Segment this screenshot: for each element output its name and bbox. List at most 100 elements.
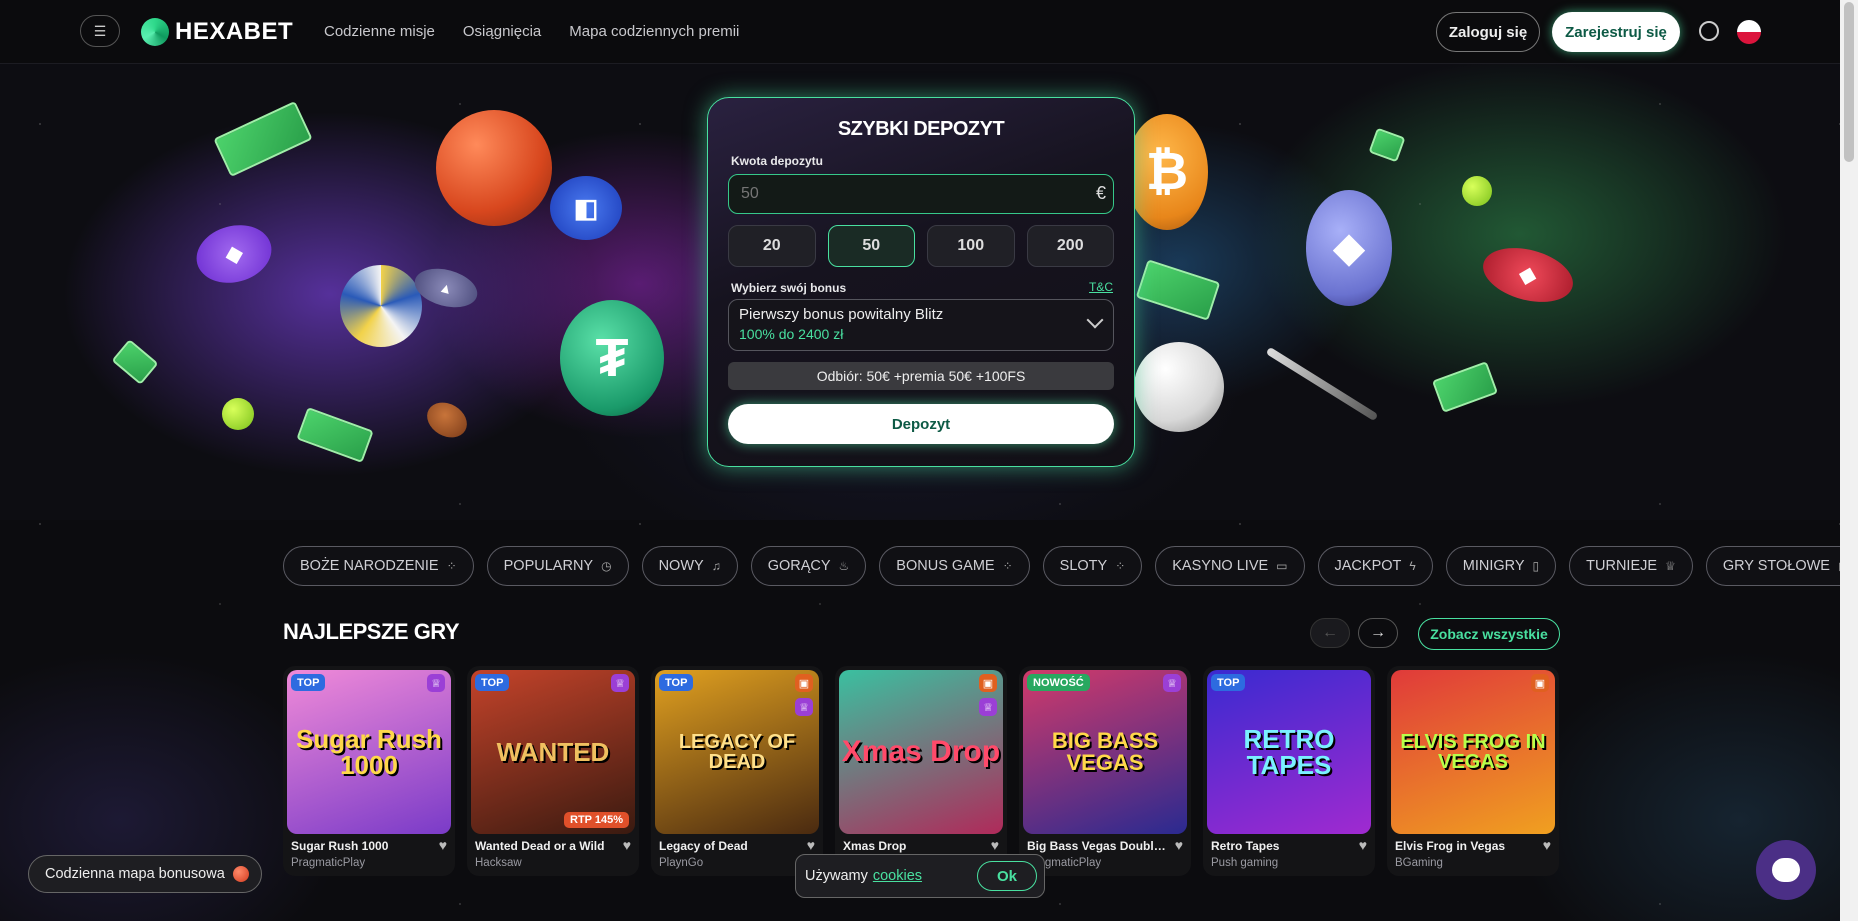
tennis-ball-image — [222, 398, 254, 430]
thumb-title: BIG BASS VEGAS — [1051, 728, 1159, 775]
daily-bonus-map-button[interactable]: Codzienna mapa bonusowa — [28, 855, 262, 893]
menu-button[interactable]: ☰ — [80, 15, 120, 47]
chip-label: KASYNO LIVE — [1172, 558, 1269, 574]
bonus-select[interactable]: Pierwszy bonus powitalny Blitz 100% do 2… — [728, 299, 1114, 351]
ball-icon — [232, 866, 249, 882]
chip-label: SLOTY — [1059, 558, 1108, 574]
game-name: Elvis Frog in Vegas — [1395, 839, 1506, 853]
logo-text: HEXABET — [175, 18, 294, 45]
best-games-title: NAJLEPSZE GRY — [283, 619, 460, 644]
chat-button[interactable] — [1756, 840, 1816, 900]
game-name: Wanted Dead or a Wild — [475, 839, 605, 853]
game-name: Xmas Drop — [843, 839, 907, 853]
see-all-button[interactable]: Zobacz wszystkie — [1418, 618, 1560, 650]
deposit-button[interactable]: Depozyt — [728, 404, 1114, 444]
cookie-ok-button[interactable]: Ok — [977, 861, 1037, 891]
quick-deposit-panel: SZYBKI DEPOZYT Kwota depozytu € 20 50 10… — [707, 97, 1135, 467]
search-icon[interactable] — [1699, 21, 1719, 41]
monitor-icon: ▭ — [1276, 559, 1288, 573]
tennis-ball-image — [1462, 176, 1492, 206]
game-card[interactable]: BIG BASS VEGAS NOWOŚĆ ♕ Big Bass Vegas D… — [1019, 666, 1191, 876]
gift-icon: ▣ — [1531, 674, 1549, 692]
basketball-image — [436, 110, 552, 226]
prev-arrow-button[interactable]: ← — [1310, 618, 1350, 648]
chip-tournaments[interactable]: TURNIEJE ♕ — [1569, 546, 1693, 586]
game-card[interactable]: RETRO TAPES TOP Retro Tapes Push gaming … — [1203, 666, 1375, 876]
nav-item-bonus-map[interactable]: Mapa codziennych premii — [569, 23, 739, 40]
chip-label: BOŻE NARODZENIE — [300, 558, 439, 574]
heart-icon[interactable]: ♥ — [807, 837, 815, 853]
game-name: Legacy of Dead — [659, 839, 748, 853]
game-card[interactable]: WANTED TOP ♕ RTP 145% Wanted Dead or a W… — [467, 666, 639, 876]
chip-label: TURNIEJE — [1586, 558, 1658, 574]
cookie-banner: Używamy cookies Ok — [795, 854, 1045, 898]
trophy-icon: ♕ — [979, 698, 997, 716]
bonus-value: 100% do 2400 zł — [739, 326, 844, 342]
thumb-title: Xmas Drop — [841, 735, 1001, 768]
amount-button-100[interactable]: 100 — [927, 225, 1015, 267]
phone-icon: ▯ — [1532, 559, 1540, 573]
terms-link[interactable]: T&C — [1089, 280, 1113, 294]
amount-button-200[interactable]: 200 — [1026, 225, 1114, 267]
bell-icon: ♫ — [711, 559, 721, 573]
game-thumbnail: RETRO TAPES TOP — [1207, 670, 1371, 834]
bonus-label: Wybierz swój bonus — [731, 281, 847, 295]
heart-icon[interactable]: ♥ — [623, 837, 631, 853]
game-card[interactable]: ELVIS FROG IN VEGAS ▣ Elvis Frog in Vega… — [1387, 666, 1559, 876]
game-thumbnail: Xmas Drop ▣ ♕ — [839, 670, 1003, 834]
logo[interactable]: HEXABET — [141, 18, 293, 46]
top-badge: TOP — [659, 674, 694, 691]
nav-item-daily-missions[interactable]: Codzienne misje — [324, 23, 435, 40]
game-card[interactable]: Xmas Drop ▣ ♕ Xmas Drop ♥ — [835, 666, 1007, 876]
game-provider: BGaming — [1395, 857, 1443, 869]
logo-mark-icon — [141, 18, 169, 46]
heart-icon[interactable]: ♥ — [1175, 837, 1183, 853]
hamburger-icon: ☰ — [93, 22, 107, 39]
next-arrow-button[interactable]: → — [1358, 618, 1398, 648]
heart-icon[interactable]: ♥ — [439, 837, 447, 853]
register-button[interactable]: Zarejestruj się — [1552, 12, 1680, 52]
chip-table-games[interactable]: GRY STOŁOWE▢ — [1705, 546, 1858, 586]
chip-label: BONUS GAME — [896, 558, 995, 574]
arrow-left-icon: ← — [1322, 624, 1338, 641]
cookies-link[interactable]: cookies — [873, 868, 922, 884]
top-badge: TOP — [1211, 674, 1246, 691]
volleyball-image — [340, 265, 422, 347]
game-card[interactable]: LEGACY OF DEAD TOP ▣ ♕ Legacy of Dead Pl… — [651, 666, 823, 876]
chip-bonus-game[interactable]: BONUS GAME ⁘ — [879, 546, 1030, 586]
chip-minigames[interactable]: MINIGRY ▯ — [1445, 546, 1557, 586]
amount-input[interactable] — [728, 174, 1114, 214]
game-card[interactable]: Sugar Rush 1000 TOP ♕ Sugar Rush 1000 Pr… — [283, 666, 455, 876]
poland-flag-icon[interactable] — [1737, 20, 1761, 44]
chip-christmas[interactable]: BOŻE NARODZENIE ⁘ — [283, 546, 474, 586]
trophy-icon: ♕ — [611, 674, 629, 692]
heart-icon[interactable]: ♥ — [1543, 837, 1551, 853]
amount-button-50[interactable]: 50 — [827, 225, 915, 267]
nav-item-achievements[interactable]: Osiągnięcia — [463, 23, 541, 40]
game-name: Big Bass Vegas Double Down Deluxe — [1027, 839, 1167, 853]
chip-label: JACKPOT — [1334, 558, 1402, 574]
deposit-title: SZYBKI DEPOZYT — [837, 118, 1005, 140]
chip-jackpot[interactable]: JACKPOT ϟ — [1317, 546, 1433, 586]
scrollbar-thumb[interactable] — [1844, 2, 1854, 162]
game-thumbnail: LEGACY OF DEAD TOP ▣ ♕ — [655, 670, 819, 834]
game-thumbnail: WANTED TOP ♕ RTP 145% — [471, 670, 635, 834]
heart-icon[interactable]: ♥ — [991, 837, 999, 853]
chip-live-casino[interactable]: KASYNO LIVE ▭ — [1155, 546, 1305, 586]
trophy-icon: ♕ — [1665, 559, 1676, 573]
chip-label: MINIGRY — [1462, 558, 1525, 574]
chip-hot[interactable]: GORĄCY ♨ — [750, 546, 867, 586]
quick-amounts: 20 50 100 200 — [728, 225, 1114, 267]
header: ☰ HEXABET Codzienne misje Osiągnięcia Ma… — [0, 0, 1840, 64]
login-button[interactable]: Zaloguj się — [1436, 12, 1540, 52]
grid-icon: ⁘ — [446, 559, 457, 573]
game-provider: PlaynGo — [659, 857, 704, 869]
coin-icon: ◧ — [550, 176, 622, 240]
chip-new[interactable]: NOWY ♫ — [641, 546, 738, 586]
heart-icon[interactable]: ♥ — [1359, 837, 1367, 853]
thumb-title: WANTED — [496, 737, 610, 767]
amount-button-20[interactable]: 20 — [728, 225, 816, 267]
chip-slots[interactable]: SLOTY ⁘ — [1042, 546, 1143, 586]
trophy-icon: ♕ — [795, 698, 813, 716]
chip-popular[interactable]: POPULARNY ◷ — [486, 546, 629, 586]
